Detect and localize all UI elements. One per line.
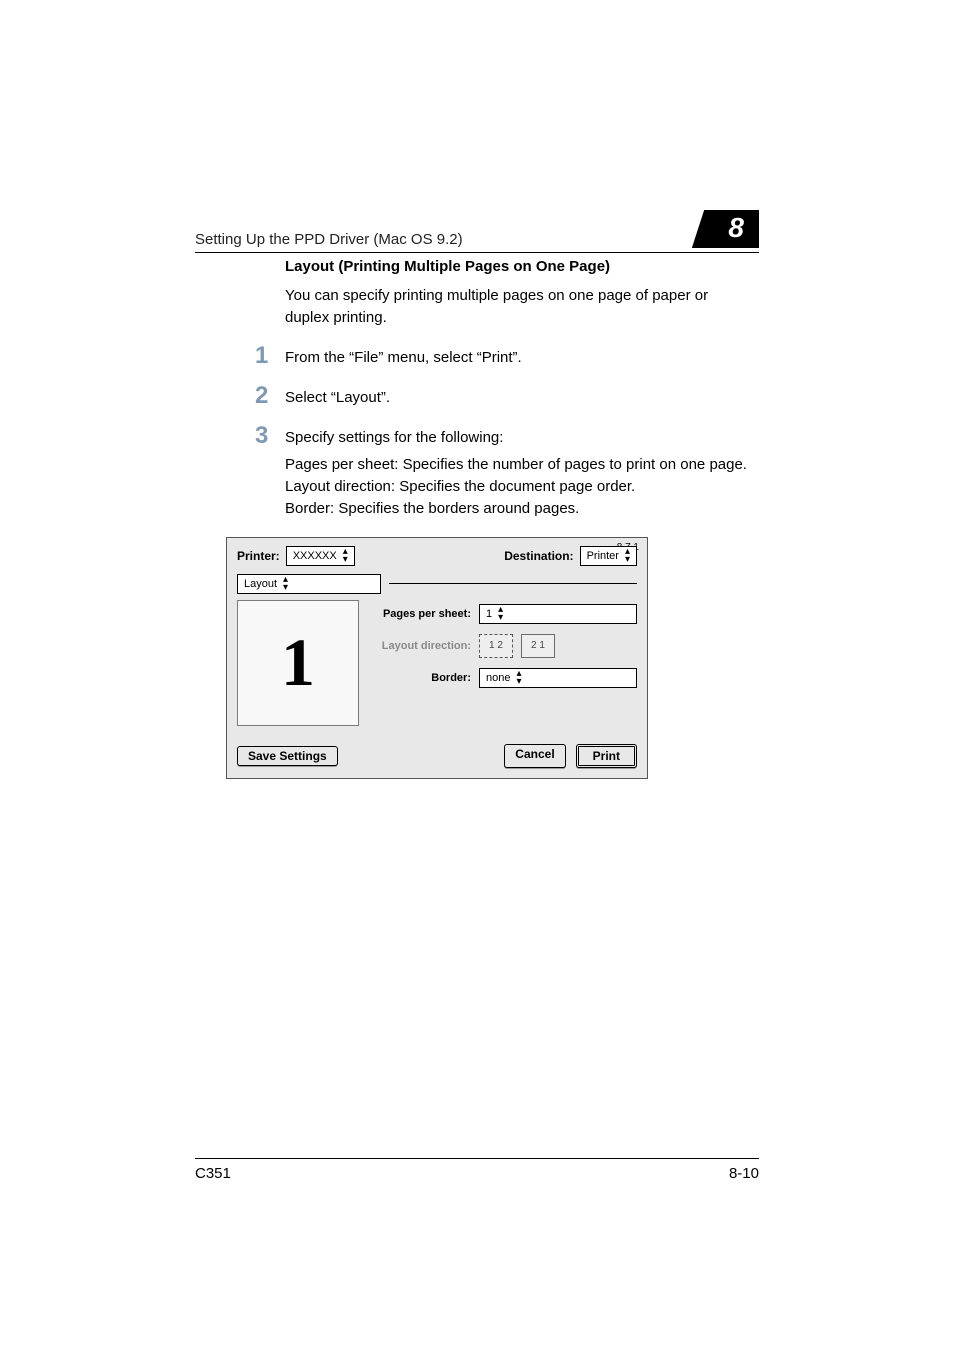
border-label: Border: (371, 672, 471, 684)
printer-popup[interactable]: XXXXXX ▴▾ (286, 546, 355, 566)
layout-direction-option-rl[interactable]: 2 1 (521, 634, 555, 658)
updown-icon: ▴▾ (343, 548, 348, 564)
layout-direction-option-lr[interactable]: 1 2 (479, 634, 513, 658)
updown-icon: ▴▾ (498, 606, 503, 622)
printer-label: Printer: (237, 549, 280, 563)
pages-per-sheet-popup[interactable]: 1 ▴▾ (479, 604, 637, 624)
print-dialog: 8.7.1 Printer: XXXXXX ▴▾ Destination: (226, 537, 648, 779)
cancel-button[interactable]: Cancel (504, 744, 565, 768)
step-3: 3 Specify settings for the following: Pa… (255, 427, 754, 520)
section-heading: Layout (Printing Multiple Pages on One P… (285, 258, 754, 275)
footer-rule (195, 1158, 759, 1159)
step-number: 1 (255, 344, 285, 368)
layout-preview: 1 (237, 600, 359, 726)
printer-popup-value: XXXXXX (293, 550, 337, 562)
step-text: From the “File” menu, select “Print”. (285, 347, 754, 371)
footer-page-number: 8-10 (729, 1165, 759, 1182)
updown-icon: ▴▾ (625, 548, 630, 564)
step-notes: Pages per sheet: Specifies the number of… (285, 454, 754, 519)
step-text: Select “Layout”. (285, 387, 754, 411)
destination-popup[interactable]: Printer ▴▾ (580, 546, 637, 566)
section-intro: You can specify printing multiple pages … (285, 285, 754, 329)
header-rule (195, 252, 759, 253)
chapter-number-badge: 8 (706, 210, 759, 248)
panel-popup-value: Layout (244, 578, 277, 590)
border-popup[interactable]: none ▴▾ (479, 668, 637, 688)
panel-popup[interactable]: Layout ▴▾ (237, 574, 381, 594)
pages-per-sheet-value: 1 (486, 608, 492, 620)
layout-direction-label: Layout direction: (371, 640, 471, 652)
layout-preview-digit: 1 (281, 623, 315, 702)
running-header-title: Setting Up the PPD Driver (Mac OS 9.2) (195, 231, 463, 248)
updown-icon: ▴▾ (516, 670, 521, 686)
border-popup-value: none (486, 672, 510, 684)
separator-line (389, 583, 637, 584)
updown-icon: ▴▾ (283, 576, 288, 592)
step-text: Specify settings for the following: (285, 429, 503, 446)
save-settings-button[interactable]: Save Settings (237, 746, 338, 766)
destination-label: Destination: (504, 549, 573, 563)
destination-popup-value: Printer (587, 550, 619, 562)
step-1: 1 From the “File” menu, select “Print”. (255, 347, 754, 371)
print-button[interactable]: Print (576, 744, 637, 768)
step-number: 2 (255, 384, 285, 408)
step-2: 2 Select “Layout”. (255, 387, 754, 411)
step-number: 3 (255, 424, 285, 517)
pages-per-sheet-label: Pages per sheet: (371, 608, 471, 620)
footer-model: C351 (195, 1165, 231, 1182)
